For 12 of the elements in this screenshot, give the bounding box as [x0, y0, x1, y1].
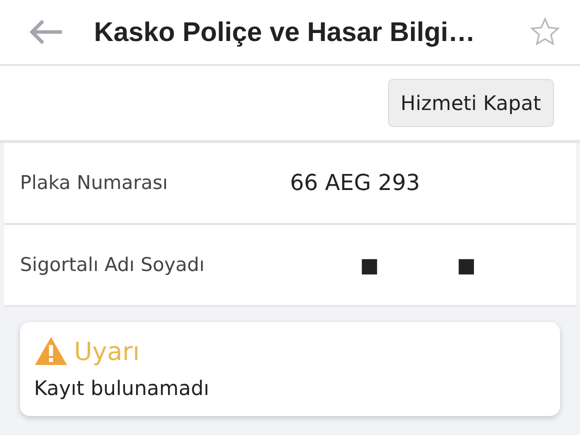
star-icon[interactable] — [530, 17, 560, 47]
field-value: ■ — [360, 253, 379, 277]
field-value: 66 AEG 293 — [290, 170, 420, 196]
alert-message: Kayıt bulunamadı — [34, 376, 210, 400]
back-arrow-icon[interactable] — [28, 18, 64, 46]
field-label: Plaka Numarası — [20, 172, 169, 194]
page-title: Kasko Poliçe ve Hasar Bilgi… — [94, 16, 476, 48]
close-service-button[interactable]: Hizmeti Kapat — [388, 79, 554, 127]
warning-icon — [34, 336, 68, 366]
alert-title: Uyarı — [74, 336, 140, 366]
field-value: ■ — [456, 253, 476, 277]
field-label: Sigortalı Adı Soyadı — [20, 254, 206, 276]
